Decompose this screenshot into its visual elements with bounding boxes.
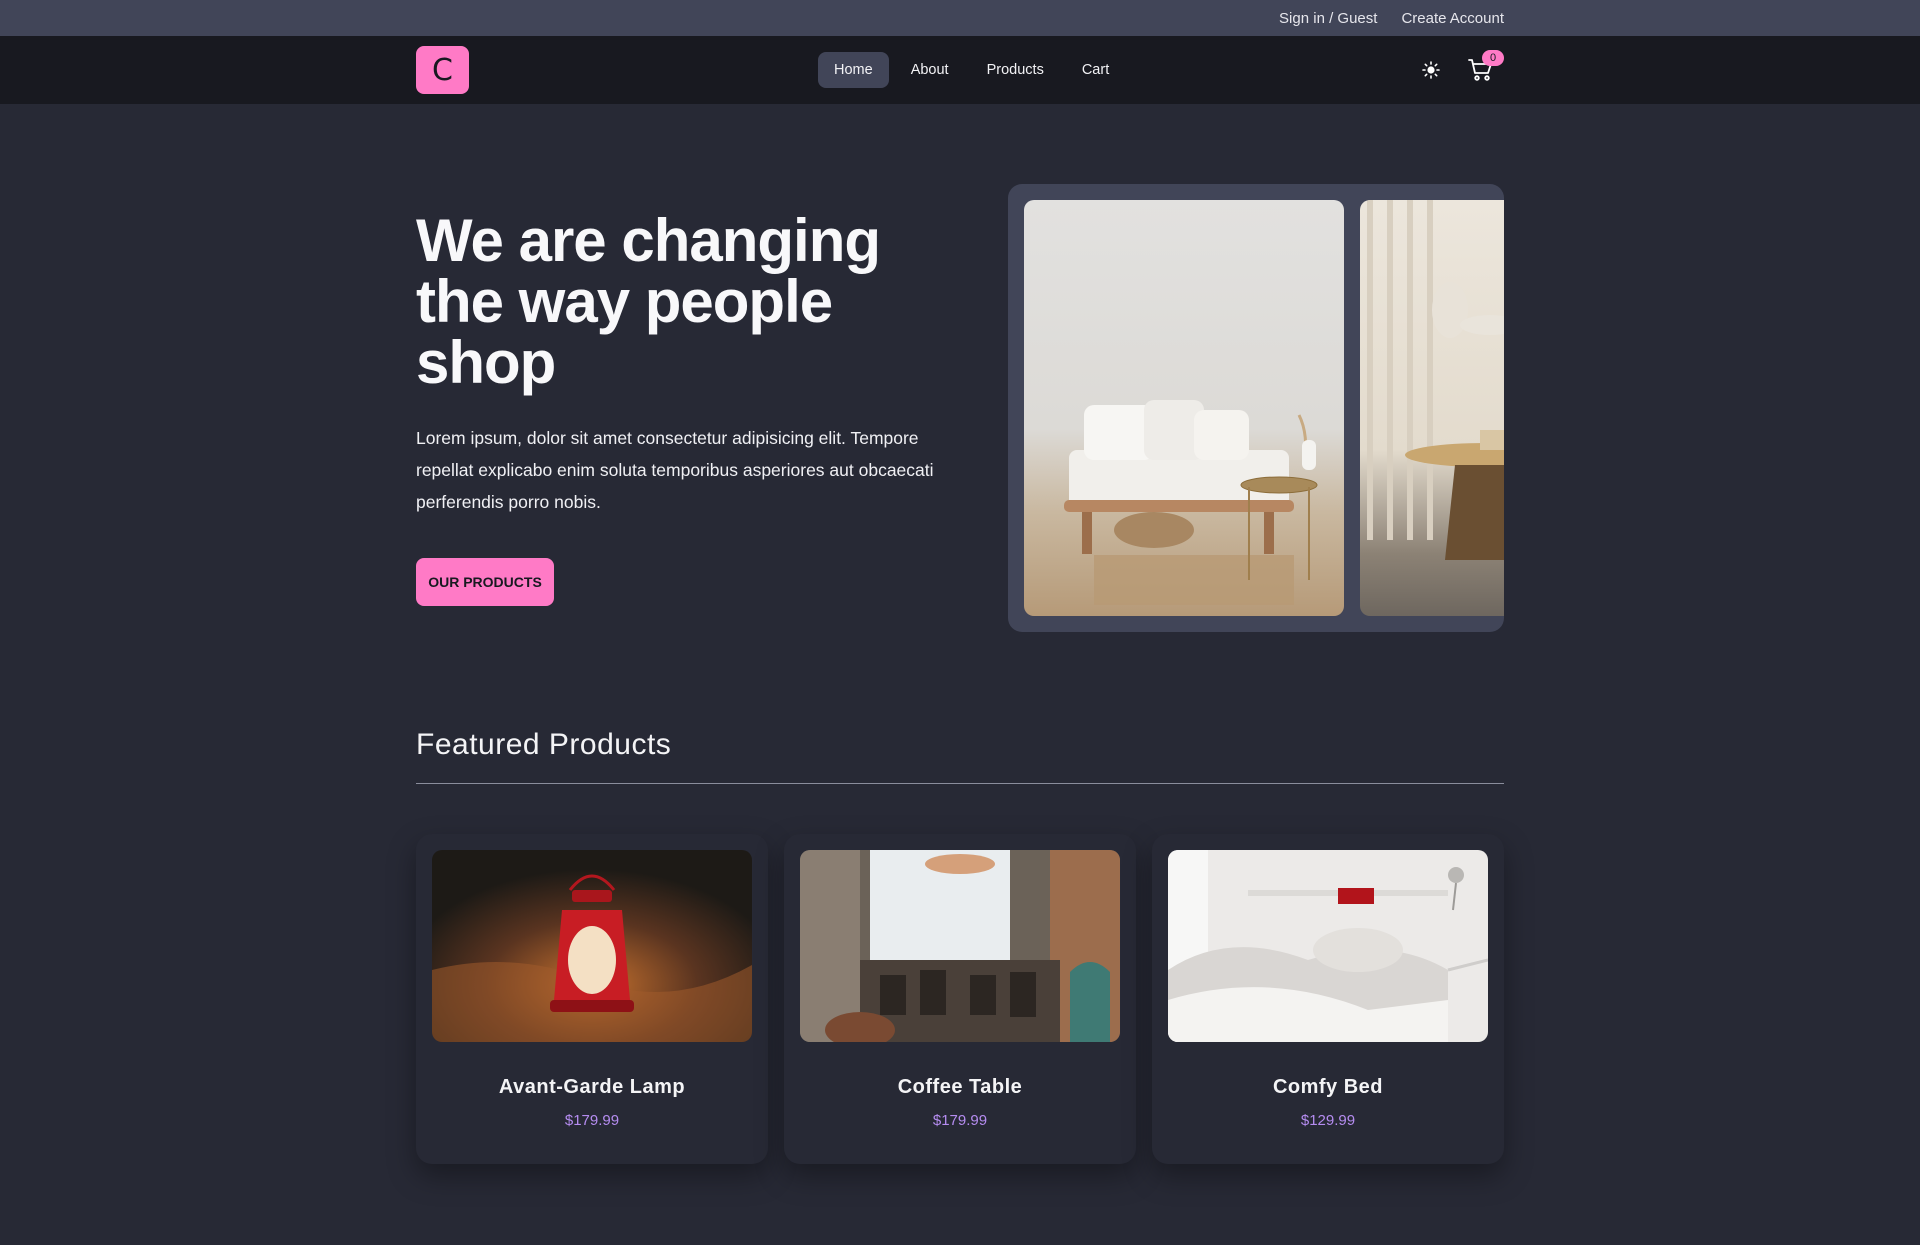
hero-title: We are changing the way people shop [416,207,881,396]
product-price: $179.99 [932,1112,988,1129]
hero-carousel[interactable] [1008,184,1504,632]
nav-link-about[interactable]: About [895,52,965,88]
nav-link-cart[interactable]: Cart [1066,52,1125,88]
nav-link-products[interactable]: Products [971,52,1060,88]
navbar: C Home About Products Cart [0,36,1920,104]
carousel-image-table [1360,200,1504,616]
product-name[interactable]: Avant-Garde Lamp [416,1076,768,1099]
sun-icon[interactable] [1419,58,1443,82]
product-image-lamp [432,850,752,1042]
product-image-bed [1168,850,1488,1042]
top-bar: Sign in / Guest Create Account [0,0,1920,36]
product-card-coffee-table[interactable]: Coffee Table $179.99 [784,834,1136,1164]
nav-links: Home About Products Cart [818,52,1125,88]
featured-products-title: Featured Products [416,728,672,761]
section-divider [416,783,1504,784]
create-account-link[interactable]: Create Account [1401,10,1504,27]
nav-link-home[interactable]: Home [818,52,889,88]
product-price: $129.99 [1300,1112,1356,1129]
product-image-coffee-table [800,850,1120,1042]
hero-text: Lorem ipsum, dolor sit amet consectetur … [416,428,934,512]
product-name[interactable]: Coffee Table [784,1076,1136,1099]
product-card-lamp[interactable]: Avant-Garde Lamp $179.99 [416,834,768,1164]
product-name[interactable]: Comfy Bed [1152,1076,1504,1099]
cart-count-badge: 0 [1482,50,1504,66]
product-price: $179.99 [564,1112,620,1129]
product-card-bed[interactable]: Comfy Bed $129.99 [1152,834,1504,1164]
sign-in-link[interactable]: Sign in / Guest [1279,10,1377,27]
our-products-button[interactable]: OUR PRODUCTS [416,558,554,606]
logo[interactable]: C [416,46,469,94]
carousel-image-sofa [1024,200,1344,616]
